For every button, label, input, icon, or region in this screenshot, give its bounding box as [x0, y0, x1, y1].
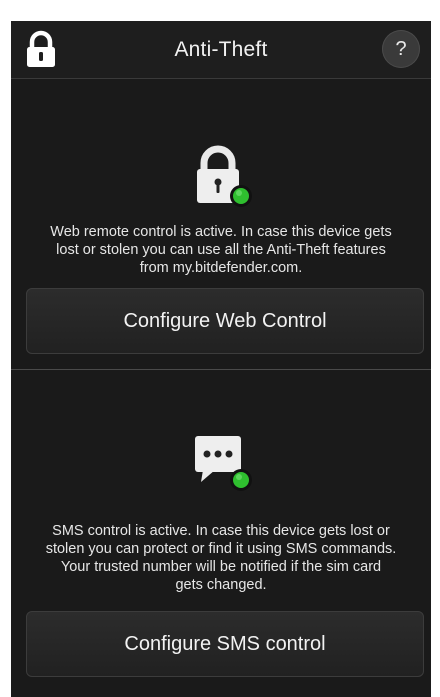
- configure-web-control-button[interactable]: Configure Web Control: [26, 288, 424, 354]
- page-title: Anti-Theft: [174, 38, 268, 61]
- title-bar: Anti-Theft ?: [11, 21, 431, 79]
- sms-bubble-with-green-status-icon: [195, 436, 252, 491]
- sms-control-section: SMS control is active. In case this devi…: [11, 370, 431, 697]
- anti-theft-screen: Anti-Theft ? Web remote control is activ…: [11, 21, 431, 697]
- web-control-description: Web remote control is active. In case th…: [50, 224, 392, 276]
- lock-with-green-status-icon: [197, 145, 252, 207]
- configure-sms-control-button[interactable]: Configure SMS control: [26, 611, 424, 677]
- web-control-section: Web remote control is active. In case th…: [11, 79, 431, 369]
- sms-control-description: SMS control is active. In case this devi…: [45, 523, 397, 593]
- help-button[interactable]: ?: [382, 30, 420, 68]
